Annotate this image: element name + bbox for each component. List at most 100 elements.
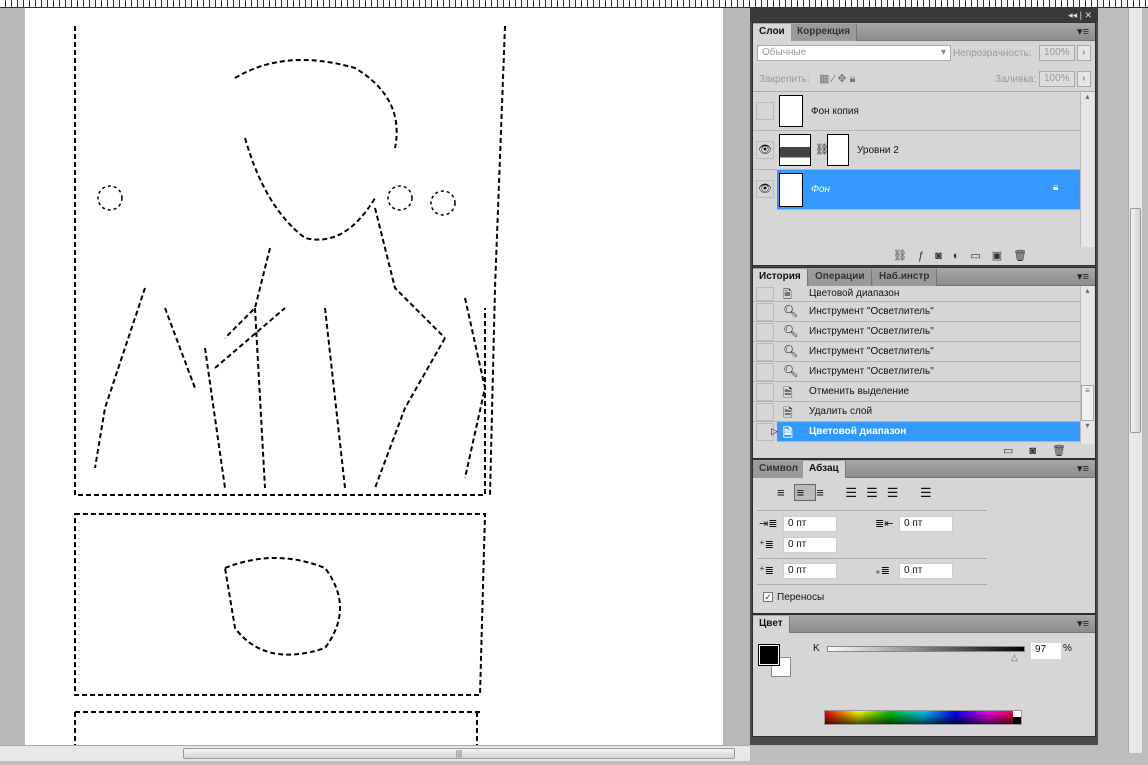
tab-actions[interactable]: Операции [809,269,872,286]
k-value-field[interactable]: 97 [1031,643,1061,659]
color-spectrum-bar[interactable] [824,710,1022,725]
justify-left-icon[interactable]: ☰ [845,485,866,500]
k-slider[interactable] [827,646,1025,652]
history-footer-icons[interactable]: ▭◙🗑 [1003,444,1082,457]
tab-history[interactable]: История [753,269,808,286]
space-after-field[interactable]: 0 пт [899,563,953,579]
space-before-field[interactable]: 0 пт [783,563,837,579]
justify-right-icon[interactable]: ☰ [887,485,908,500]
history-item[interactable]: 🔍︎ Инструмент "Осветлитель" [753,362,1081,382]
align-right-icon[interactable]: ≡ [816,485,833,500]
blend-mode-select[interactable]: Обычные ▾ [757,45,951,61]
justify-center-icon[interactable]: ☰ [866,485,887,500]
percent-label: % [1063,643,1072,654]
vertical-scrollbar[interactable] [1128,8,1142,753]
layer-thumbnail [779,95,803,127]
horizontal-scrollbar[interactable]: ||| [0,745,750,761]
selection-frame-1 [74,25,506,496]
dodge-icon: 🔍︎ [783,324,799,338]
opacity-field[interactable]: 100% [1039,45,1075,61]
opacity-label: Непрозрачность: [953,48,1032,59]
panel-menu-icon[interactable]: ▾≡ [1077,617,1089,630]
channel-label: K [813,643,820,654]
align-center-icon[interactable]: ≡ [793,484,817,501]
panel-dock: ◂◂ | ✕ Слои Коррекция ▾≡ Обычные ▾ Непроз… [750,8,1098,745]
lock-label: Закрепить: [759,74,810,85]
dodge-icon: 🔍︎ [783,304,799,318]
layer-name[interactable]: Фон [811,184,830,195]
history-state-marker-icon: ▷ [771,426,778,436]
eye-icon[interactable]: 👁︎ [756,180,774,198]
alignment-buttons[interactable]: ≡ ≡ ≡ ☰☰☰ ☰ [777,484,941,501]
fill-arrow-icon[interactable]: › [1077,71,1091,87]
history-panel: История Операции Наб.инстр ▾≡ 🗎 Цветовой … [752,267,1096,459]
history-item[interactable]: 🔍︎ Инструмент "Осветлитель" [753,302,1081,322]
fill-field[interactable]: 100% [1039,71,1075,87]
levels-thumbnail [779,134,811,166]
history-item[interactable]: 🗎 Удалить слой [753,402,1081,422]
space-after-icon: ₊≣ [875,565,891,577]
align-left-icon[interactable]: ≡ [777,485,794,500]
layers-panel: Слои Коррекция ▾≡ Обычные ▾ Непрозрачност… [752,22,1096,266]
color-panel: Цвет ▾≡ K △ 97 % [752,614,1096,737]
layer-row[interactable]: Фон копия [753,92,1081,131]
tab-adjustments[interactable]: Коррекция [791,24,858,41]
history-scrollbar[interactable]: ▴ ≡ ▾ [1080,286,1094,444]
blend-mode-value: Обычные [762,47,807,58]
selection-frame-3 [74,711,480,745]
panel-menu-icon[interactable]: ▾≡ [1077,25,1089,38]
indent-right-icon: ≣⇤ [875,518,894,530]
vertical-scroll-thumb[interactable] [1130,208,1141,433]
history-item[interactable]: 🔍︎ Инструмент "Осветлитель" [753,322,1081,342]
document-icon: 🗎 [783,426,793,440]
layer-row-selected[interactable]: Фон 🔒︎ [777,170,1081,210]
panel-menu-icon[interactable]: ▾≡ [1077,462,1089,475]
paragraph-panel: Символ Абзац ▾≡ ≡ ≡ ≡ ☰☰☰ ☰ ⇥≣ 0 пт ≣⇤ 0 п… [752,459,1096,614]
tab-color[interactable]: Цвет [753,616,790,633]
document-canvas[interactable] [25,8,723,745]
dodge-icon: 🔍︎ [783,344,799,358]
history-item[interactable]: 🗎 Отменить выделение [753,382,1081,402]
indent-left-icon: ⇥≣ [759,518,778,530]
space-before-icon: ⁺≣ [759,565,775,577]
chevron-down-icon: ▾ [940,47,946,58]
justify-all-icon[interactable]: ☰ [920,485,941,500]
layer-row[interactable]: 👁︎ ⛓ Уровни 2 [753,131,1081,170]
panel-menu-icon[interactable]: ▾≡ [1077,270,1089,283]
history-item[interactable]: 🔍︎ Инструмент "Осветлитель" [753,342,1081,362]
tab-tool-presets[interactable]: Наб.инстр [873,269,937,286]
opacity-arrow-icon[interactable]: › [1077,45,1091,61]
tab-layers[interactable]: Слои [753,24,792,41]
lock-icons[interactable]: ▦ ⁄ ✥ 🔒︎ [819,72,855,86]
indent-first-line-icon: ⁺≣ [759,539,775,551]
history-item[interactable]: 🗎 Цветовой диапазон [753,286,1081,302]
top-ruler [0,0,1148,8]
hyphenation-checkbox[interactable]: ✓ [763,592,773,602]
eye-icon[interactable]: 👁︎ [756,141,774,159]
layers-footer-icons[interactable]: ⛓ƒ◙◐▭▣🗑 [893,249,1038,262]
selection-frame-2 [74,513,487,696]
layer-name[interactable]: Фон копия [811,106,859,117]
visibility-toggle[interactable] [756,102,774,120]
foreground-color-swatch[interactable] [758,644,780,666]
figure-outline [94,59,487,489]
slider-handle-icon[interactable]: △ [1011,652,1018,663]
history-item-selected[interactable]: 🗎 Цветовой диапазон [777,422,1081,442]
horizontal-scroll-thumb[interactable]: ||| [183,748,735,759]
hyphenation-label: Переносы [777,592,825,603]
figure-outline-2 [223,557,341,656]
layer-thumbnail [779,173,803,207]
lock-icon: 🔒︎ [1053,182,1059,193]
layer-name[interactable]: Уровни 2 [857,145,899,156]
dock-controls[interactable]: ◂◂ | ✕ [750,8,1098,22]
indent-left-field[interactable]: 0 пт [783,516,837,532]
layers-scrollbar[interactable]: ▴ [1080,92,1094,247]
indent-right-field[interactable]: 0 пт [899,516,953,532]
fill-label: Заливка: [995,74,1037,85]
tab-paragraph[interactable]: Абзац [803,461,846,478]
mask-thumbnail [827,134,849,166]
canvas-area[interactable] [0,8,750,745]
tab-character[interactable]: Символ [753,461,805,478]
selection-marching-ants [74,25,506,745]
indent-first-line-field[interactable]: 0 пт [783,537,837,553]
